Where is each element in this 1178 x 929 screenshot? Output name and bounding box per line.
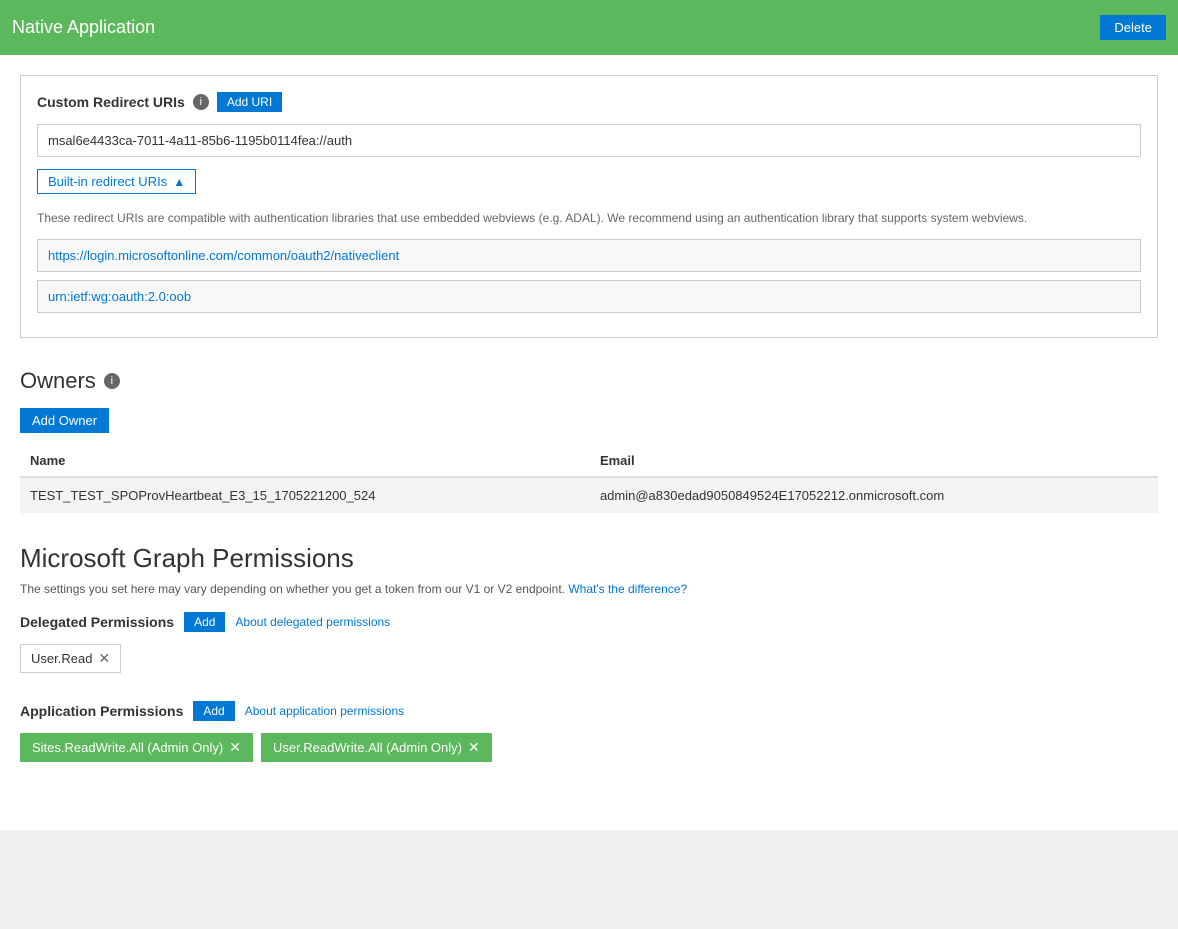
app-title: Native Application [12,17,155,38]
redirect-uris-info-icon[interactable]: i [193,94,209,110]
main-content: Custom Redirect URIs i Add URI Built-in … [0,55,1178,830]
about-application-link[interactable]: About application permissions [245,704,404,718]
graph-permissions-section: Microsoft Graph Permissions The settings… [20,543,1158,770]
builtin-toggle-button[interactable]: Built-in redirect URIs ▲ [37,169,196,194]
application-tags-container: Sites.ReadWrite.All (Admin Only)✕User.Re… [20,733,1158,770]
add-uri-button[interactable]: Add URI [217,92,282,112]
col-name: Name [20,445,590,477]
delegated-permission-tag: User.Read ✕ [20,644,121,673]
owners-title: Owners [20,368,96,394]
chevron-up-icon: ▲ [173,175,185,189]
table-row: TEST_TEST_SPOProvHeartbeat_E3_15_1705221… [20,477,1158,513]
owners-section: Owners i Add Owner Name Email TEST_TEST_… [20,368,1158,513]
about-delegated-link[interactable]: About delegated permissions [235,615,390,629]
application-permission-tag: Sites.ReadWrite.All (Admin Only) ✕ [20,733,253,762]
redirect-uris-card: Custom Redirect URIs i Add URI Built-in … [20,75,1158,338]
redirect-uris-label: Custom Redirect URIs [37,94,185,110]
owners-table: Name Email TEST_TEST_SPOProvHeartbeat_E3… [20,445,1158,513]
app-header: Native Application Delete [0,0,1178,55]
owners-title-row: Owners i [20,368,1158,394]
add-owner-button[interactable]: Add Owner [20,408,109,433]
delegated-label: Delegated Permissions [20,614,174,630]
owner-email: admin@a830edad9050849524E17052212.onmicr… [590,477,1158,513]
permission-name: User.ReadWrite.All (Admin Only) [273,740,462,755]
permission-name: Sites.ReadWrite.All (Admin Only) [32,740,223,755]
graph-subtitle: The settings you set here may vary depen… [20,582,1158,596]
redirect-uris-title-row: Custom Redirect URIs i Add URI [37,92,1141,112]
remove-permission-icon[interactable]: ✕ [98,650,110,667]
builtin-uri-1: https://login.microsoftonline.com/common… [37,239,1141,272]
remove-permission-icon[interactable]: ✕ [468,739,480,756]
builtin-description: These redirect URIs are compatible with … [37,210,1141,227]
delegated-tags-container: User.Read ✕ [20,644,1158,685]
custom-uri-input[interactable] [37,124,1141,157]
application-permission-tag: User.ReadWrite.All (Admin Only) ✕ [261,733,492,762]
difference-link[interactable]: What's the difference? [568,582,687,596]
delegated-add-button[interactable]: Add [184,612,225,632]
owners-info-icon[interactable]: i [104,373,120,389]
application-add-button[interactable]: Add [193,701,234,721]
page-wrapper: Native Application Delete Custom Redirec… [0,0,1178,929]
application-label: Application Permissions [20,703,183,719]
permission-name: User.Read [31,651,92,666]
col-email: Email [590,445,1158,477]
owner-name: TEST_TEST_SPOProvHeartbeat_E3_15_1705221… [20,477,590,513]
delete-button[interactable]: Delete [1100,15,1166,40]
builtin-toggle-label: Built-in redirect URIs [48,174,167,189]
application-permissions-row: Application Permissions Add About applic… [20,701,1158,721]
remove-permission-icon[interactable]: ✕ [229,739,241,756]
builtin-uri-2: urn:ietf:wg:oauth:2.0:oob [37,280,1141,313]
delegated-permissions-row: Delegated Permissions Add About delegate… [20,612,1158,632]
graph-title: Microsoft Graph Permissions [20,543,1158,574]
